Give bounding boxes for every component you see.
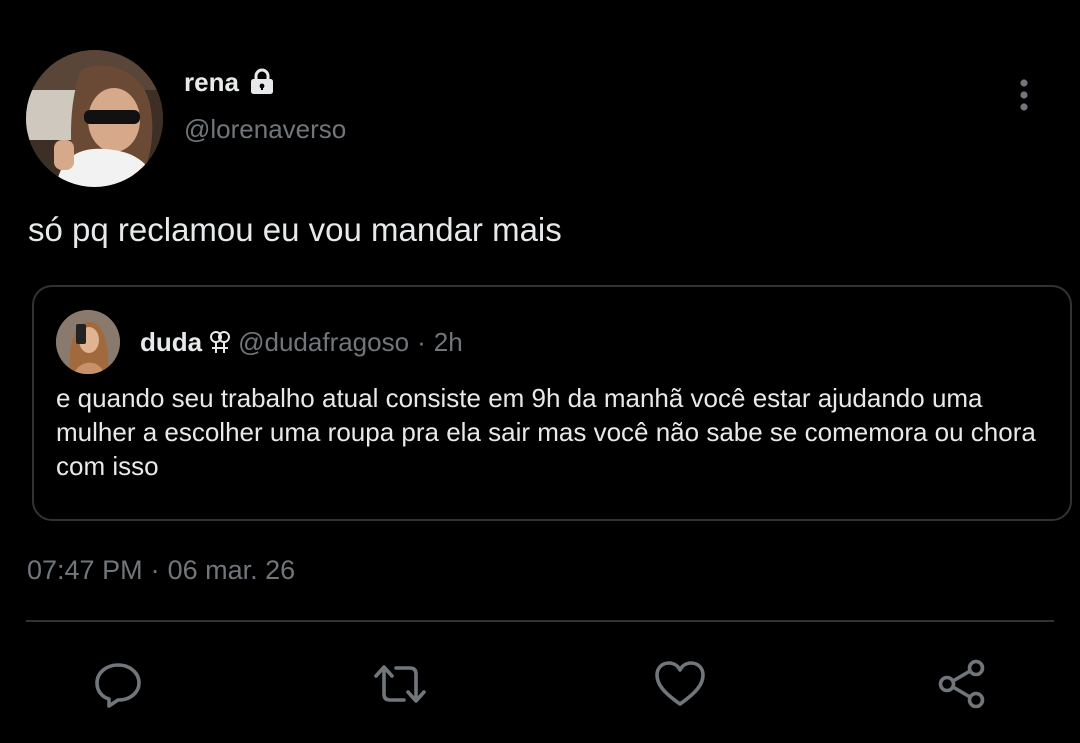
author-display-name[interactable]: rena (184, 66, 239, 98)
tweet-timestamp[interactable]: 07:47 PM · 06 mar. 26 (27, 553, 295, 587)
author-name-row[interactable]: rena (184, 66, 277, 98)
retweet-icon (374, 665, 426, 703)
quoted-tweet-card[interactable]: duda @dudafragoso · 2h e quando seu trab… (32, 285, 1072, 521)
reply-button[interactable] (90, 656, 146, 712)
tweet-time: 07:47 PM (27, 555, 143, 585)
more-options-button[interactable] (1008, 76, 1040, 114)
reply-icon (95, 663, 141, 708)
heart-icon (655, 661, 705, 706)
quoted-separator: · (417, 327, 426, 357)
quoted-tweet-text: e quando seu trabalho atual consiste em … (56, 383, 1036, 481)
share-icon (938, 659, 985, 709)
quoted-handle[interactable]: @dudafragoso (238, 325, 409, 359)
like-button[interactable] (652, 656, 708, 712)
tweet-date: 06 mar. 26 (167, 555, 296, 585)
quoted-age[interactable]: 2h (434, 325, 463, 359)
share-button[interactable] (934, 656, 990, 712)
timestamp-separator: · (150, 555, 160, 585)
author-handle[interactable]: @lorenaverso (184, 113, 346, 145)
quoted-display-name[interactable]: duda (140, 325, 202, 359)
quoted-avatar-photo (56, 310, 120, 374)
more-vertical-icon (1020, 79, 1028, 111)
retweet-button[interactable] (372, 656, 428, 712)
quoted-tweet-header: duda @dudafragoso · 2h (140, 325, 463, 359)
avatar-photo (26, 50, 163, 187)
quoted-author-avatar[interactable] (56, 310, 120, 374)
author-avatar[interactable] (26, 50, 163, 187)
divider (26, 620, 1054, 622)
tweet-text: só pq reclamou eu vou mandar mais (28, 211, 562, 248)
venus-symbol-icon (208, 329, 232, 355)
lock-icon (247, 67, 277, 97)
